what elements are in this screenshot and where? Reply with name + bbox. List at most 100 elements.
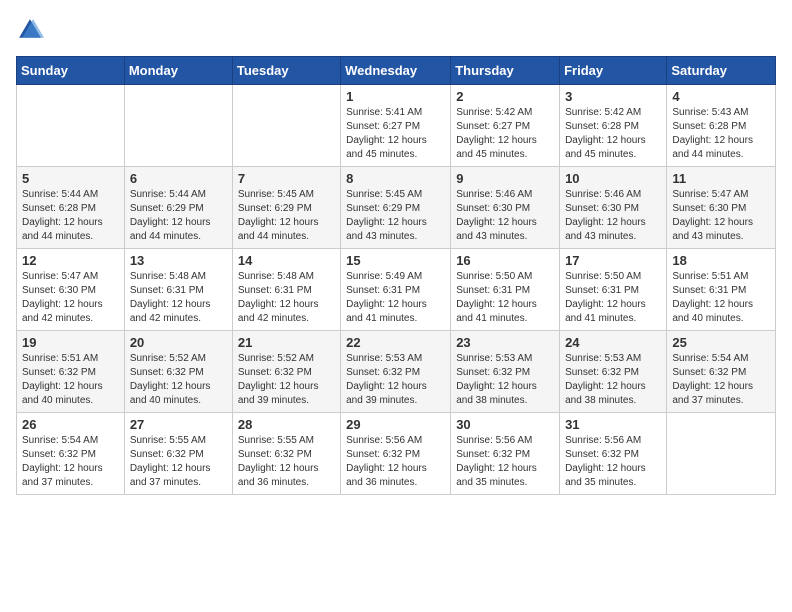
calendar-table: SundayMondayTuesdayWednesdayThursdayFrid… bbox=[16, 56, 776, 495]
calendar-cell: 9 Sunrise: 5:46 AM Sunset: 6:30 PM Daylig… bbox=[451, 167, 560, 249]
calendar-cell: 28 Sunrise: 5:55 AM Sunset: 6:32 PM Dayli… bbox=[232, 413, 340, 495]
calendar-cell: 21 Sunrise: 5:52 AM Sunset: 6:32 PM Dayli… bbox=[232, 331, 340, 413]
day-info: Sunrise: 5:54 AM Sunset: 6:32 PM Dayligh… bbox=[22, 434, 119, 490]
calendar-cell bbox=[17, 85, 125, 167]
day-number: 27 bbox=[130, 417, 227, 432]
day-info: Sunrise: 5:49 AM Sunset: 6:31 PM Dayligh… bbox=[346, 270, 445, 326]
day-info: Sunrise: 5:54 AM Sunset: 6:32 PM Dayligh… bbox=[672, 352, 770, 408]
day-header-thursday: Thursday bbox=[451, 57, 560, 85]
day-info: Sunrise: 5:44 AM Sunset: 6:29 PM Dayligh… bbox=[130, 188, 227, 244]
page-header bbox=[16, 16, 776, 44]
day-info: Sunrise: 5:47 AM Sunset: 6:30 PM Dayligh… bbox=[22, 270, 119, 326]
calendar-week-row: 19 Sunrise: 5:51 AM Sunset: 6:32 PM Dayli… bbox=[17, 331, 776, 413]
calendar-cell: 15 Sunrise: 5:49 AM Sunset: 6:31 PM Dayli… bbox=[341, 249, 451, 331]
calendar-cell: 23Sunrise: 5:53 AM Sunset: 6:32 PM Dayli… bbox=[451, 331, 560, 413]
calendar-cell: 16Sunrise: 5:50 AM Sunset: 6:31 PM Dayli… bbox=[451, 249, 560, 331]
day-number: 23 bbox=[456, 335, 554, 350]
day-number: 5 bbox=[22, 171, 119, 186]
calendar-cell: 1 Sunrise: 5:41 AM Sunset: 6:27 PM Daylig… bbox=[341, 85, 451, 167]
day-info: Sunrise: 5:46 AM Sunset: 6:30 PM Dayligh… bbox=[456, 188, 554, 244]
day-number: 18 bbox=[672, 253, 770, 268]
calendar-cell: 31 Sunrise: 5:56 AM Sunset: 6:32 PM Dayli… bbox=[560, 413, 667, 495]
day-info: Sunrise: 5:42 AM Sunset: 6:27 PM Dayligh… bbox=[456, 106, 554, 162]
day-info: Sunrise: 5:47 AM Sunset: 6:30 PM Dayligh… bbox=[672, 188, 770, 244]
calendar-cell: 24 Sunrise: 5:53 AM Sunset: 6:32 PM Dayli… bbox=[560, 331, 667, 413]
day-number: 25 bbox=[672, 335, 770, 350]
day-info: Sunrise: 5:56 AM Sunset: 6:32 PM Dayligh… bbox=[456, 434, 554, 490]
day-info: Sunrise: 5:44 AM Sunset: 6:28 PM Dayligh… bbox=[22, 188, 119, 244]
calendar-cell: 30 Sunrise: 5:56 AM Sunset: 6:32 PM Dayli… bbox=[451, 413, 560, 495]
day-number: 1 bbox=[346, 89, 445, 104]
day-info: Sunrise: 5:56 AM Sunset: 6:32 PM Dayligh… bbox=[565, 434, 661, 490]
calendar-cell: 7 Sunrise: 5:45 AM Sunset: 6:29 PM Daylig… bbox=[232, 167, 340, 249]
calendar-cell: 6Sunrise: 5:44 AM Sunset: 6:29 PM Daylig… bbox=[124, 167, 232, 249]
calendar-cell: 26 Sunrise: 5:54 AM Sunset: 6:32 PM Dayli… bbox=[17, 413, 125, 495]
day-info: Sunrise: 5:55 AM Sunset: 6:32 PM Dayligh… bbox=[238, 434, 335, 490]
day-header-sunday: Sunday bbox=[17, 57, 125, 85]
calendar-cell bbox=[124, 85, 232, 167]
day-number: 21 bbox=[238, 335, 335, 350]
day-info: Sunrise: 5:52 AM Sunset: 6:32 PM Dayligh… bbox=[238, 352, 335, 408]
day-info: Sunrise: 5:53 AM Sunset: 6:32 PM Dayligh… bbox=[565, 352, 661, 408]
day-number: 2 bbox=[456, 89, 554, 104]
calendar-week-row: 1 Sunrise: 5:41 AM Sunset: 6:27 PM Daylig… bbox=[17, 85, 776, 167]
calendar-header-row: SundayMondayTuesdayWednesdayThursdayFrid… bbox=[17, 57, 776, 85]
calendar-cell: 22 Sunrise: 5:53 AM Sunset: 6:32 PM Dayli… bbox=[341, 331, 451, 413]
day-info: Sunrise: 5:46 AM Sunset: 6:30 PM Dayligh… bbox=[565, 188, 661, 244]
day-info: Sunrise: 5:55 AM Sunset: 6:32 PM Dayligh… bbox=[130, 434, 227, 490]
day-number: 3 bbox=[565, 89, 661, 104]
calendar-cell: 20Sunrise: 5:52 AM Sunset: 6:32 PM Dayli… bbox=[124, 331, 232, 413]
day-number: 29 bbox=[346, 417, 445, 432]
calendar-cell: 10 Sunrise: 5:46 AM Sunset: 6:30 PM Dayli… bbox=[560, 167, 667, 249]
day-number: 22 bbox=[346, 335, 445, 350]
logo-icon bbox=[16, 16, 44, 44]
day-number: 30 bbox=[456, 417, 554, 432]
day-number: 26 bbox=[22, 417, 119, 432]
day-info: Sunrise: 5:53 AM Sunset: 6:32 PM Dayligh… bbox=[346, 352, 445, 408]
calendar-cell: 2 Sunrise: 5:42 AM Sunset: 6:27 PM Daylig… bbox=[451, 85, 560, 167]
calendar-cell bbox=[232, 85, 340, 167]
calendar-cell: 14 Sunrise: 5:48 AM Sunset: 6:31 PM Dayli… bbox=[232, 249, 340, 331]
day-number: 7 bbox=[238, 171, 335, 186]
day-info: Sunrise: 5:45 AM Sunset: 6:29 PM Dayligh… bbox=[238, 188, 335, 244]
calendar-cell: 4Sunrise: 5:43 AM Sunset: 6:28 PM Daylig… bbox=[667, 85, 776, 167]
calendar-cell: 18 Sunrise: 5:51 AM Sunset: 6:31 PM Dayli… bbox=[667, 249, 776, 331]
calendar-week-row: 12Sunrise: 5:47 AM Sunset: 6:30 PM Dayli… bbox=[17, 249, 776, 331]
day-info: Sunrise: 5:48 AM Sunset: 6:31 PM Dayligh… bbox=[130, 270, 227, 326]
day-number: 15 bbox=[346, 253, 445, 268]
day-number: 10 bbox=[565, 171, 661, 186]
calendar-cell: 25 Sunrise: 5:54 AM Sunset: 6:32 PM Dayli… bbox=[667, 331, 776, 413]
calendar-cell: 12Sunrise: 5:47 AM Sunset: 6:30 PM Dayli… bbox=[17, 249, 125, 331]
calendar-cell: 5 Sunrise: 5:44 AM Sunset: 6:28 PM Daylig… bbox=[17, 167, 125, 249]
day-number: 8 bbox=[346, 171, 445, 186]
calendar-cell: 17 Sunrise: 5:50 AM Sunset: 6:31 PM Dayli… bbox=[560, 249, 667, 331]
calendar-cell: 27 Sunrise: 5:55 AM Sunset: 6:32 PM Dayli… bbox=[124, 413, 232, 495]
day-info: Sunrise: 5:45 AM Sunset: 6:29 PM Dayligh… bbox=[346, 188, 445, 244]
day-number: 16 bbox=[456, 253, 554, 268]
day-info: Sunrise: 5:56 AM Sunset: 6:32 PM Dayligh… bbox=[346, 434, 445, 490]
day-info: Sunrise: 5:51 AM Sunset: 6:31 PM Dayligh… bbox=[672, 270, 770, 326]
day-info: Sunrise: 5:50 AM Sunset: 6:31 PM Dayligh… bbox=[565, 270, 661, 326]
day-info: Sunrise: 5:48 AM Sunset: 6:31 PM Dayligh… bbox=[238, 270, 335, 326]
day-number: 20 bbox=[130, 335, 227, 350]
calendar-week-row: 26 Sunrise: 5:54 AM Sunset: 6:32 PM Dayli… bbox=[17, 413, 776, 495]
day-number: 11 bbox=[672, 171, 770, 186]
day-header-tuesday: Tuesday bbox=[232, 57, 340, 85]
day-number: 28 bbox=[238, 417, 335, 432]
day-number: 14 bbox=[238, 253, 335, 268]
day-number: 13 bbox=[130, 253, 227, 268]
calendar-cell: 8 Sunrise: 5:45 AM Sunset: 6:29 PM Daylig… bbox=[341, 167, 451, 249]
day-number: 9 bbox=[456, 171, 554, 186]
day-number: 31 bbox=[565, 417, 661, 432]
calendar-cell: 13 Sunrise: 5:48 AM Sunset: 6:31 PM Dayli… bbox=[124, 249, 232, 331]
day-header-wednesday: Wednesday bbox=[341, 57, 451, 85]
calendar-cell: 19 Sunrise: 5:51 AM Sunset: 6:32 PM Dayli… bbox=[17, 331, 125, 413]
day-number: 19 bbox=[22, 335, 119, 350]
day-number: 17 bbox=[565, 253, 661, 268]
day-number: 24 bbox=[565, 335, 661, 350]
day-header-friday: Friday bbox=[560, 57, 667, 85]
day-info: Sunrise: 5:41 AM Sunset: 6:27 PM Dayligh… bbox=[346, 106, 445, 162]
day-info: Sunrise: 5:42 AM Sunset: 6:28 PM Dayligh… bbox=[565, 106, 661, 162]
day-info: Sunrise: 5:51 AM Sunset: 6:32 PM Dayligh… bbox=[22, 352, 119, 408]
day-header-saturday: Saturday bbox=[667, 57, 776, 85]
